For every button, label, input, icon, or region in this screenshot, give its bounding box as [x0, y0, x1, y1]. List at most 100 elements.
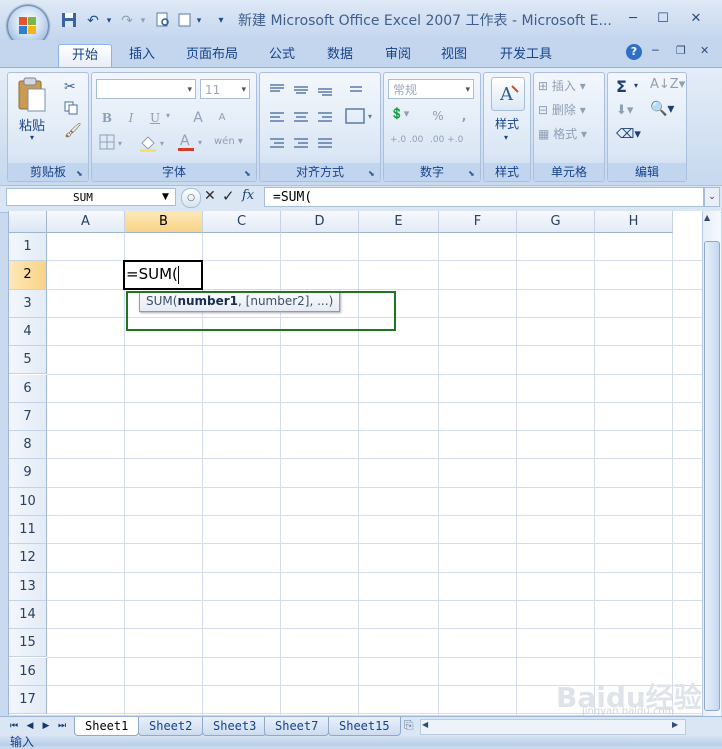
- next-sheet-icon[interactable]: ▶: [40, 719, 52, 733]
- comma-button[interactable]: ,: [454, 105, 474, 127]
- tab-data[interactable]: 数据: [318, 44, 362, 66]
- delete-cells-button[interactable]: ⊟ 删除 ▾: [538, 101, 602, 119]
- tab-home[interactable]: 开始: [58, 44, 112, 67]
- currency-icon[interactable]: 💲▾: [390, 107, 416, 125]
- tab-view[interactable]: 视图: [432, 44, 476, 66]
- paste-icon[interactable]: [16, 77, 48, 113]
- ribbon-minimize-button[interactable]: ─: [652, 44, 659, 57]
- row-header-17[interactable]: 17: [9, 685, 47, 715]
- styles-icon[interactable]: A: [491, 77, 525, 111]
- vertical-scroll-thumb[interactable]: [704, 241, 720, 711]
- sheet-tab-sheet1[interactable]: Sheet1: [74, 717, 140, 736]
- print-preview-icon[interactable]: [154, 12, 172, 30]
- insert-cells-button[interactable]: ⊞ 插入 ▾: [538, 77, 602, 95]
- row-header-13[interactable]: 13: [9, 572, 47, 601]
- grow-font-button[interactable]: A: [186, 107, 210, 129]
- shrink-font-button[interactable]: A: [210, 107, 234, 129]
- row-header-11[interactable]: 11: [9, 516, 47, 545]
- bold-button[interactable]: B: [96, 107, 118, 129]
- styles-button[interactable]: 样式: [484, 115, 530, 132]
- decrease-decimal-button[interactable]: .00 +.0: [430, 135, 466, 145]
- horizontal-scrollbar[interactable]: [420, 719, 686, 735]
- row-header-8[interactable]: 8: [9, 431, 47, 460]
- name-box-dropdown-icon[interactable]: ▼: [162, 188, 169, 206]
- column-header-e[interactable]: E: [359, 211, 439, 233]
- find-select-icon[interactable]: 🔍▾: [650, 101, 674, 117]
- ribbon-restore-button[interactable]: ❐: [676, 44, 686, 57]
- column-header-h[interactable]: H: [595, 211, 673, 233]
- customize-qat-icon[interactable]: ▾: [212, 12, 230, 30]
- clear-icon[interactable]: ⌫▾: [616, 127, 641, 142]
- undo-dropdown-icon[interactable]: ▾: [100, 12, 118, 30]
- font-size-combo[interactable]: 11 ▾: [200, 79, 250, 99]
- prev-sheet-icon[interactable]: ◀: [24, 719, 36, 733]
- column-header-f[interactable]: F: [439, 211, 517, 233]
- insert-sheet-icon[interactable]: ⎘: [404, 718, 414, 733]
- paste-label[interactable]: 粘贴: [16, 115, 48, 134]
- column-header-a[interactable]: A: [47, 211, 125, 233]
- scroll-up-icon[interactable]: ▲: [704, 213, 710, 222]
- select-all-corner[interactable]: [9, 211, 47, 233]
- number-format-combo[interactable]: 常规 ▾: [388, 79, 474, 99]
- phonetic-icon[interactable]: wén ▾: [214, 131, 252, 153]
- redo-dropdown-icon[interactable]: ▾: [134, 12, 152, 30]
- fill-icon[interactable]: ⬇▾: [616, 103, 633, 118]
- clipboard-launcher-icon[interactable]: ⬊: [76, 169, 85, 178]
- sheet-tab-sheet7[interactable]: Sheet7: [264, 717, 330, 736]
- increase-decimal-button[interactable]: +.0 .00: [390, 135, 426, 145]
- tab-review[interactable]: 审阅: [376, 44, 420, 66]
- format-cells-button[interactable]: ▦ 格式 ▾: [538, 125, 602, 143]
- tab-page-layout[interactable]: 页面布局: [178, 44, 246, 66]
- font-launcher-icon[interactable]: ⬊: [244, 169, 253, 178]
- row-header-2[interactable]: 2: [9, 261, 47, 290]
- maximize-button[interactable]: ☐: [650, 10, 676, 28]
- alignment-buttons[interactable]: ▾: [264, 77, 376, 157]
- column-header-c[interactable]: C: [203, 211, 281, 233]
- help-icon[interactable]: ?: [626, 44, 642, 60]
- cancel-icon[interactable]: ✕: [204, 188, 216, 204]
- sheet-tab-sheet3[interactable]: Sheet3: [202, 717, 268, 736]
- scroll-right-icon[interactable]: ▶: [672, 720, 678, 729]
- row-header-15[interactable]: 15: [9, 629, 47, 658]
- font-name-combo[interactable]: ▾: [96, 79, 196, 99]
- row-header-12[interactable]: 12: [9, 544, 47, 573]
- percent-button[interactable]: %: [428, 105, 448, 127]
- sheet-tab-sheet2[interactable]: Sheet2: [138, 717, 204, 736]
- borders-icon[interactable]: ▾: [98, 133, 126, 153]
- row-header-10[interactable]: 10: [9, 487, 47, 516]
- minimize-button[interactable]: ─: [620, 10, 646, 28]
- sheet-tab-sheet15[interactable]: Sheet15: [328, 717, 401, 736]
- ribbon-close-button[interactable]: ✕: [700, 44, 709, 57]
- close-button[interactable]: ✕: [683, 10, 709, 28]
- styles-dropdown-icon[interactable]: ▾: [504, 133, 508, 142]
- name-box[interactable]: SUM: [6, 188, 176, 206]
- first-sheet-icon[interactable]: ⏮: [8, 719, 20, 733]
- row-header-7[interactable]: 7: [9, 402, 47, 432]
- qat-dropdown-icon[interactable]: ▾: [190, 12, 208, 30]
- row-header-5[interactable]: 5: [9, 346, 47, 375]
- cut-icon[interactable]: ✂: [64, 79, 76, 95]
- expand-formula-bar-icon[interactable]: ⌄: [704, 187, 720, 207]
- insert-function-button[interactable]: fx: [242, 188, 254, 203]
- autosum-button[interactable]: Σ: [616, 77, 627, 96]
- worksheet-grid[interactable]: ABCDEFGH 1 2 3 4 5 6 7 8 9 10 11 12 13 14 15 16 17: [8, 211, 703, 715]
- row-header-3[interactable]: 3: [9, 289, 47, 318]
- alignment-launcher-icon[interactable]: ⬊: [368, 169, 377, 178]
- enter-icon[interactable]: ✓: [222, 187, 235, 205]
- row-header-16[interactable]: 16: [9, 657, 47, 686]
- autosum-dropdown-icon[interactable]: ▾: [634, 81, 638, 90]
- formula-input[interactable]: =SUM(: [264, 187, 704, 207]
- tab-developer[interactable]: 开发工具: [490, 44, 562, 66]
- tab-insert[interactable]: 插入: [118, 44, 166, 66]
- italic-button[interactable]: I: [120, 107, 142, 129]
- tab-formulas[interactable]: 公式: [260, 44, 304, 66]
- scroll-left-icon[interactable]: ◀: [422, 720, 428, 729]
- active-cell[interactable]: =SUM(: [123, 260, 203, 290]
- underline-button[interactable]: U: [144, 107, 166, 129]
- underline-dropdown-icon[interactable]: ▾: [166, 111, 170, 120]
- column-header-g[interactable]: G: [517, 211, 595, 233]
- save-icon[interactable]: [60, 12, 78, 30]
- sort-filter-icon[interactable]: A↓Z▾: [650, 77, 685, 92]
- row-header-1[interactable]: 1: [9, 233, 47, 262]
- fill-color-icon[interactable]: ▾: [138, 133, 168, 153]
